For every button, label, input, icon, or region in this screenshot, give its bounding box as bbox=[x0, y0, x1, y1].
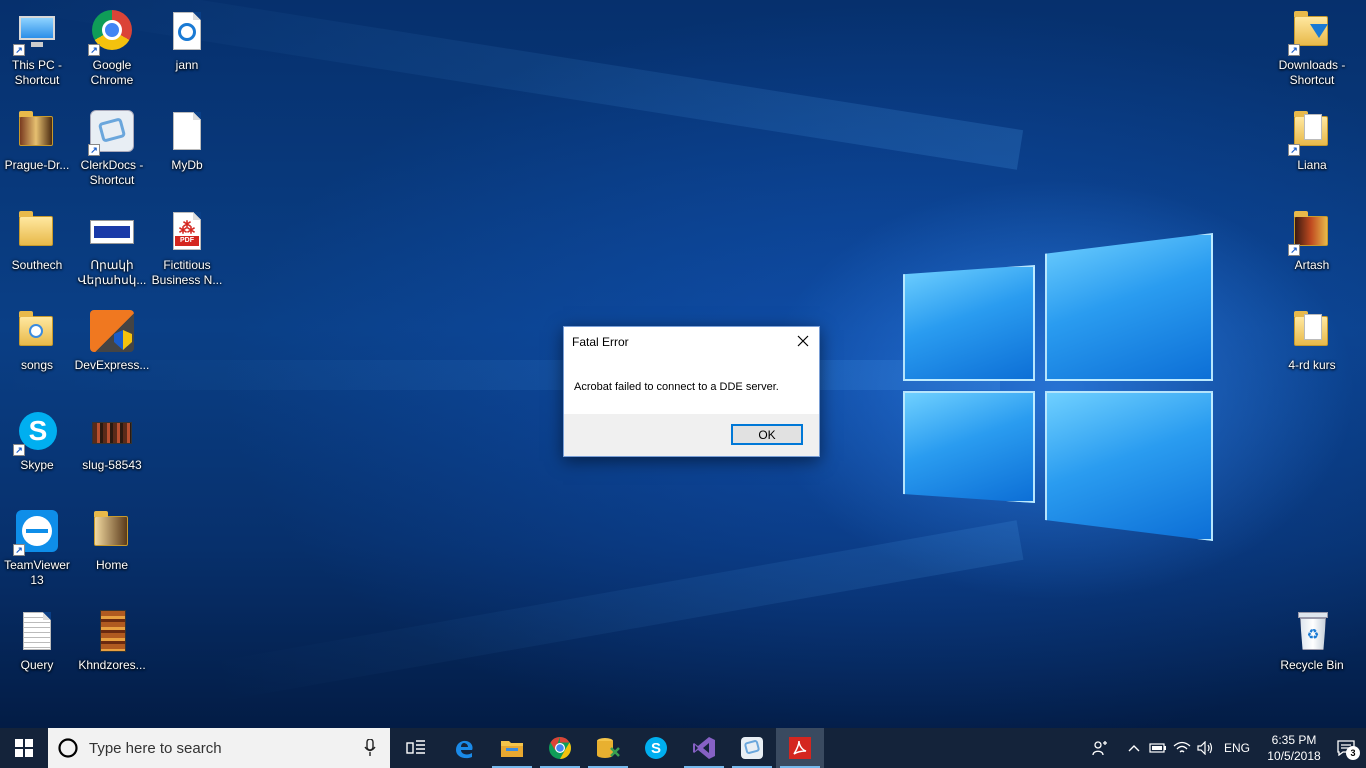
windows-start-icon bbox=[15, 739, 33, 757]
teamviewer-icon: ↗ bbox=[13, 510, 59, 556]
database-tool-icon bbox=[597, 738, 620, 758]
search-box[interactable]: Type here to search bbox=[48, 728, 390, 768]
desktop-icon-southech[interactable]: Southech bbox=[0, 204, 74, 294]
text-file-icon bbox=[15, 610, 59, 654]
image-icon bbox=[90, 210, 134, 254]
chrome-icon bbox=[549, 737, 571, 759]
battery-icon[interactable] bbox=[1146, 728, 1170, 768]
taskbar-clerkdocs[interactable] bbox=[728, 728, 776, 768]
clerkdocs-icon: ↗ bbox=[88, 110, 134, 156]
desktop-icon-mydb[interactable]: MyDb bbox=[150, 104, 224, 194]
desktop-icon-liana[interactable]: ↗ Liana bbox=[1275, 104, 1349, 194]
desktop-icon-prague[interactable]: Prague-Dr... bbox=[0, 104, 74, 194]
file-icon bbox=[165, 110, 209, 154]
visual-studio-icon bbox=[693, 737, 715, 759]
desktop-icon-downloads[interactable]: ↗ Downloads - Shortcut bbox=[1275, 4, 1349, 94]
close-button[interactable] bbox=[787, 327, 819, 355]
taskbar-chrome[interactable] bbox=[536, 728, 584, 768]
folder-icon: ↗ bbox=[1288, 10, 1334, 56]
desktop-icon-clerkdocs[interactable]: ↗ ClerkDocs - Shortcut bbox=[75, 104, 149, 194]
desktop-icon-songs[interactable]: songs bbox=[0, 304, 74, 394]
people-icon[interactable] bbox=[1088, 728, 1112, 768]
search-placeholder: Type here to search bbox=[89, 739, 222, 757]
folder-icon bbox=[15, 310, 59, 354]
folder-icon: ↗ bbox=[1288, 210, 1334, 256]
desktop-icon-google-chrome[interactable]: ↗ Google Chrome bbox=[75, 4, 149, 94]
clerkdocs-icon bbox=[741, 737, 763, 759]
dialog-titlebar[interactable]: Fatal Error bbox=[564, 327, 819, 357]
desktop: ↗ This PC - Shortcut Prague-Dr... Southe… bbox=[0, 0, 1366, 728]
desktop-icon-khndzores[interactable]: Khndzores... bbox=[75, 604, 149, 694]
computer-icon: ↗ bbox=[13, 10, 59, 56]
desktop-icon-recycle-bin[interactable]: ♻ Recycle Bin bbox=[1275, 604, 1349, 694]
volume-icon[interactable] bbox=[1194, 728, 1218, 768]
desktop-icon-this-pc[interactable]: ↗ This PC - Shortcut bbox=[0, 4, 74, 94]
image-icon bbox=[90, 410, 134, 454]
ok-button[interactable]: OK bbox=[731, 424, 803, 445]
taskbar-acrobat[interactable] bbox=[776, 728, 824, 768]
cortana-icon bbox=[58, 738, 78, 758]
desktop-icon-4-rd-kurs[interactable]: 4-rd kurs bbox=[1275, 304, 1349, 394]
pdf-icon: ⁂ PDF bbox=[165, 210, 209, 254]
clock-time: 6:35 PM bbox=[1271, 733, 1317, 747]
folder-icon bbox=[1290, 310, 1334, 354]
folder-icon bbox=[15, 110, 59, 154]
chrome-icon: ↗ bbox=[88, 10, 134, 56]
devexpress-icon bbox=[90, 310, 134, 354]
document-icon bbox=[165, 10, 209, 54]
desktop-icon-quality-control[interactable]: Որակի Վերահսկ... bbox=[75, 204, 149, 294]
desktop-icon-home[interactable]: Home bbox=[75, 504, 149, 594]
notification-badge: 3 bbox=[1346, 746, 1360, 760]
wifi-icon[interactable] bbox=[1170, 728, 1194, 768]
file-explorer-icon bbox=[501, 741, 523, 757]
taskbar-skype[interactable]: S bbox=[632, 728, 680, 768]
desktop-icon-query[interactable]: Query bbox=[0, 604, 74, 694]
recycle-bin-icon: ♻ bbox=[1290, 610, 1334, 654]
action-center-button[interactable]: 3 bbox=[1326, 728, 1366, 768]
folder-icon: ↗ bbox=[1288, 110, 1334, 156]
desktop-icon-teamviewer[interactable]: ↗ TeamViewer 13 bbox=[0, 504, 74, 594]
taskbar: Type here to search S ENG 6:35 PM 10/5/2… bbox=[0, 728, 1366, 768]
desktop-icon-skype[interactable]: S ↗ Skype bbox=[0, 404, 74, 494]
svg-text:S: S bbox=[651, 740, 661, 757]
desktop-icon-jann[interactable]: jann bbox=[150, 4, 224, 94]
taskbar-database-tool[interactable] bbox=[584, 728, 632, 768]
acrobat-icon bbox=[789, 737, 811, 759]
fatal-error-dialog: Fatal Error Acrobat failed to connect to… bbox=[563, 326, 820, 457]
close-icon bbox=[797, 335, 809, 347]
clock-date: 10/5/2018 bbox=[1267, 749, 1321, 763]
desktop-icon-devexpress[interactable]: DevExpress... bbox=[75, 304, 149, 394]
skype-icon: S ↗ bbox=[13, 410, 59, 456]
clock[interactable]: 6:35 PM 10/5/2018 bbox=[1262, 732, 1326, 764]
skype-icon: S bbox=[645, 737, 667, 759]
desktop-icon-slug[interactable]: slug-58543 bbox=[75, 404, 149, 494]
edge-icon bbox=[456, 740, 473, 759]
chevron-up-icon[interactable] bbox=[1122, 728, 1146, 768]
start-button[interactable] bbox=[0, 728, 48, 768]
desktop-icon-artash[interactable]: ↗ Artash bbox=[1275, 204, 1349, 294]
folder-icon bbox=[90, 510, 134, 554]
task-view-button[interactable] bbox=[392, 728, 440, 768]
desktop-icon-fictitious-business[interactable]: ⁂ PDF Fictitious Business N... bbox=[150, 204, 224, 294]
language-indicator[interactable]: ENG bbox=[1224, 741, 1250, 755]
folder-icon bbox=[15, 210, 59, 254]
dialog-footer: OK bbox=[564, 414, 819, 456]
dialog-message: Acrobat failed to connect to a DDE serve… bbox=[574, 381, 779, 393]
taskbar-file-explorer[interactable] bbox=[488, 728, 536, 768]
taskbar-edge[interactable] bbox=[440, 728, 488, 768]
image-icon bbox=[90, 610, 134, 654]
dialog-title: Fatal Error bbox=[572, 335, 629, 349]
task-view-icon bbox=[406, 740, 425, 754]
taskbar-visual-studio[interactable] bbox=[680, 728, 728, 768]
microphone-icon[interactable] bbox=[364, 739, 376, 757]
system-tray: ENG 6:35 PM 10/5/2018 3 bbox=[1088, 728, 1366, 768]
windows-logo bbox=[895, 225, 1225, 555]
